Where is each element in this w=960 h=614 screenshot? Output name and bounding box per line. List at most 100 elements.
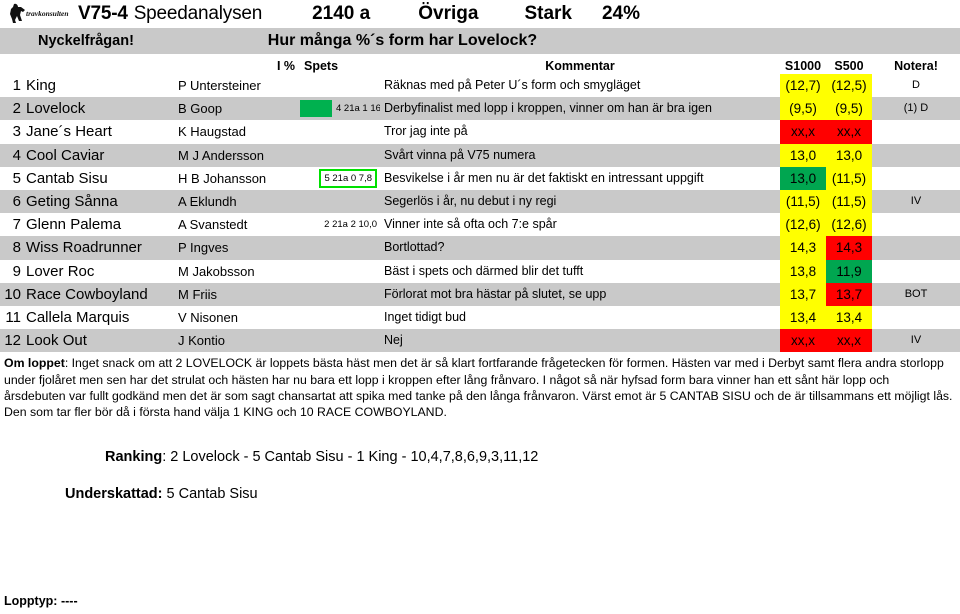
table-row: 10 Race Cowboyland M Friis Förlorat mot bra… xyxy=(0,282,960,307)
col-number xyxy=(0,54,26,74)
notera-8 xyxy=(872,236,960,260)
spets-value-3 xyxy=(300,120,380,144)
row-number-12: 12 xyxy=(0,329,26,353)
comment-1: Räknas med på Peter U´s form och smygläg… xyxy=(380,74,780,98)
underrated-line: Underskattad: 5 Cantab Sisu xyxy=(65,483,960,505)
table-row: 3 Jane´s Heart K Haugstad Tror jag inte på x… xyxy=(0,120,960,144)
s1000-2: (9,5) xyxy=(780,97,826,121)
spets-value-7: 2 21a 2 10,0 xyxy=(300,213,380,237)
notera-10: BOT xyxy=(872,282,960,307)
s1000-5: 13,0 xyxy=(780,166,826,191)
horse-name-4: Cool Caviar xyxy=(26,143,178,167)
s1000-7: (12,6) xyxy=(780,213,826,237)
notera-3 xyxy=(872,120,960,144)
col-notera: Notera! xyxy=(872,54,960,74)
driver-name-11: V Nisonen xyxy=(178,306,272,330)
notera-11 xyxy=(872,306,960,330)
col-driver xyxy=(178,54,272,74)
table-row: 4 Cool Caviar M J Andersson Svårt vinna på … xyxy=(0,143,960,167)
table-row: 6 Geting Sånna A Eklundh Segerlös i år, nu … xyxy=(0,190,960,214)
comment-11: Inget tidigt bud xyxy=(380,306,780,330)
horse-name-5: Cantab Sisu xyxy=(26,166,178,191)
row-number-8: 8 xyxy=(0,236,26,260)
ip-value-5 xyxy=(272,166,300,191)
notera-12: IV xyxy=(872,329,960,353)
s500-3: xx,x xyxy=(826,120,872,144)
ip-value-6 xyxy=(272,190,300,214)
ip-value-2 xyxy=(272,97,300,121)
underrated-label: Underskattad: xyxy=(65,486,163,503)
ip-value-1 xyxy=(272,74,300,98)
horse-logo-icon: travkonsulten xyxy=(8,3,70,25)
comment-7: Vinner inte så ofta och 7:e spår xyxy=(380,213,780,237)
col-comment: Kommentar xyxy=(380,54,780,74)
table-row: 7 Glenn Palema A Svanstedt 2 21a 2 10,0 Vinn… xyxy=(0,213,960,237)
narrative-text: : Inget snack om att 2 LOVELOCK är loppe… xyxy=(4,356,953,420)
s1000-1: (12,7) xyxy=(780,74,826,98)
s500-6: (11,5) xyxy=(826,190,872,214)
spets-green-marker xyxy=(300,100,332,118)
analysis-name: Speedanalysen xyxy=(133,3,263,24)
s1000-9: 13,8 xyxy=(780,259,826,283)
comment-8: Bortlottad? xyxy=(380,236,780,260)
table-row: 5 Cantab Sisu H B Johansson 5 21a 0 7,8 Besv… xyxy=(0,166,960,191)
driver-name-3: K Haugstad xyxy=(178,120,272,144)
row-number-5: 5 xyxy=(0,166,26,191)
horse-name-10: Race Cowboyland xyxy=(26,282,178,307)
title-bar: travkonsulten V75-4 Speedanalysen 2140 a… xyxy=(0,0,960,28)
spets-value-6 xyxy=(300,190,380,214)
spets-value-1 xyxy=(300,74,380,98)
ranking-label: Ranking xyxy=(105,449,163,466)
horse-name-11: Callela Marquis xyxy=(26,306,178,330)
driver-name-8: P Ingves xyxy=(178,236,272,260)
horse-name-12: Look Out xyxy=(26,329,178,353)
ip-value-7 xyxy=(272,213,300,237)
horse-name-9: Lover Roc xyxy=(26,259,178,283)
race-distance: 2140 a xyxy=(312,3,371,24)
spets-value-4 xyxy=(300,143,380,167)
lopptyp-footer: Lopptyp: ---- xyxy=(4,594,78,608)
row-number-2: 2 xyxy=(0,97,26,121)
s1000-3: xx,x xyxy=(780,120,826,144)
row-number-1: 1 xyxy=(0,74,26,98)
horse-name-1: King xyxy=(26,74,178,98)
table-row: 11 Callela Marquis V Nisonen Inget tidigt b… xyxy=(0,306,960,330)
svg-text:travkonsulten: travkonsulten xyxy=(26,9,69,18)
comment-6: Segerlös i år, nu debut i ny regi xyxy=(380,190,780,214)
race-narrative: Om loppet: Inget snack om att 2 LOVELOCK… xyxy=(0,352,960,420)
comment-2: Derbyfinalist med lopp i kroppen, vinner… xyxy=(380,97,780,121)
ranking-line: Ranking: 2 Lovelock - 5 Cantab Sisu - 1 … xyxy=(105,446,960,468)
col-s1000: S1000 xyxy=(780,54,826,74)
spets-value-11 xyxy=(300,306,380,330)
row-number-10: 10 xyxy=(0,282,26,307)
race-code: V75-4 xyxy=(78,3,128,24)
key-question-band: Nyckelfrågan! Hur många %´s form har Lov… xyxy=(0,28,960,54)
notera-4 xyxy=(872,143,960,167)
driver-name-12: J Kontio xyxy=(178,329,272,353)
spets-value-8 xyxy=(300,236,380,260)
row-number-7: 7 xyxy=(0,213,26,237)
s500-2: (9,5) xyxy=(826,97,872,121)
s500-12: xx,x xyxy=(826,329,872,353)
ip-value-4 xyxy=(272,143,300,167)
driver-name-6: A Eklundh xyxy=(178,190,272,214)
row-number-9: 9 xyxy=(0,259,26,283)
table-body: 1 King P Untersteiner Räknas med på Peter U… xyxy=(0,74,960,353)
s500-7: (12,6) xyxy=(826,213,872,237)
col-spets: Spets xyxy=(300,54,380,74)
narrative-label: Om loppet xyxy=(4,356,65,371)
s1000-8: 14,3 xyxy=(780,236,826,260)
ip-value-10 xyxy=(272,282,300,307)
col-s500: S500 xyxy=(826,54,872,74)
table-row: 2LovelockB Goop 4 21a 1 16,2Derbyfinalist… xyxy=(0,97,960,121)
comment-4: Svårt vinna på V75 numera xyxy=(380,143,780,167)
row-number-11: 11 xyxy=(0,306,26,330)
notera-2: (1) D xyxy=(872,97,960,121)
notera-9 xyxy=(872,259,960,283)
s500-8: 14,3 xyxy=(826,236,872,260)
race-strength: Stark xyxy=(524,3,572,24)
spets-value-2: 4 21a 1 16,2 xyxy=(300,97,380,121)
s1000-10: 13,7 xyxy=(780,282,826,307)
driver-name-1: P Untersteiner xyxy=(178,74,272,98)
s500-4: 13,0 xyxy=(826,143,872,167)
